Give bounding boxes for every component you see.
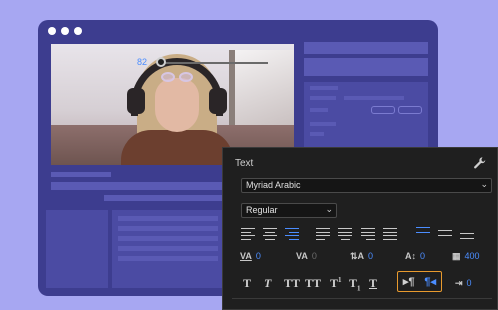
all-caps-button[interactable]: TT	[284, 276, 300, 291]
align-top-icon[interactable]	[416, 227, 430, 233]
placeholder-line	[310, 96, 336, 100]
tab-width-control[interactable]: ⇥ 0	[455, 278, 472, 289]
placeholder-button[interactable]	[371, 106, 395, 114]
window-controls	[48, 27, 82, 35]
chevron-down-icon: ⌄	[480, 179, 488, 189]
faux-bold-button[interactable]: T	[243, 276, 251, 291]
sunglasses	[161, 72, 195, 82]
justify-left-icon[interactable]	[316, 228, 330, 240]
tsume-value[interactable]: 400	[465, 251, 480, 261]
tsume-control[interactable]: ▦ 400	[452, 251, 480, 262]
font-style-value: Regular	[246, 205, 278, 215]
font-size-slider-knob[interactable]	[156, 57, 166, 67]
align-left-icon[interactable]	[241, 228, 255, 240]
leading-icon: ⇅A	[350, 251, 365, 261]
window-dot-icon[interactable]	[61, 27, 69, 35]
window-dot-icon[interactable]	[74, 27, 82, 35]
baseline-shift-icon: A↕	[405, 251, 416, 261]
underline-button[interactable]: T	[369, 276, 377, 291]
placeholder-line	[310, 108, 328, 112]
kerning-icon: VA	[240, 251, 252, 261]
align-center-icon[interactable]	[263, 228, 277, 240]
headphone-cup	[209, 88, 227, 114]
font-family-value: Myriad Arabic	[246, 180, 301, 190]
font-size-slider[interactable]	[160, 62, 268, 64]
baseline-shift-value[interactable]: 0	[420, 251, 425, 261]
align-bottom-icon[interactable]	[460, 233, 474, 239]
font-size-value[interactable]: 82	[137, 57, 147, 67]
justify-all-icon[interactable]	[383, 228, 397, 240]
panel-divider	[232, 298, 492, 299]
placeholder-bar	[304, 58, 428, 76]
placeholder-line	[51, 172, 111, 177]
placeholder-line	[118, 216, 218, 221]
placeholder-card	[304, 82, 428, 148]
leading-value[interactable]: 0	[368, 251, 373, 261]
leading-control[interactable]: ⇅A 0	[350, 251, 373, 262]
placeholder-bar	[304, 42, 428, 54]
placeholder-line	[310, 122, 336, 126]
small-caps-button[interactable]: TT	[305, 276, 321, 291]
tab-width-value[interactable]: 0	[467, 278, 472, 288]
chevron-down-icon: ⌄	[325, 204, 333, 214]
tab-width-icon: ⇥	[455, 278, 463, 288]
kerning-value[interactable]: 0	[256, 251, 261, 261]
subscript-button[interactable]: T1	[349, 276, 361, 292]
tracking-value[interactable]: 0	[312, 251, 317, 261]
kerning-control[interactable]: VA 0	[240, 251, 261, 261]
placeholder-line	[118, 226, 218, 231]
panel-title: Text	[235, 158, 254, 169]
headphone-cup	[127, 88, 145, 114]
person-coat	[121, 130, 233, 165]
font-style-dropdown[interactable]: Regular ⌄	[241, 203, 337, 218]
placeholder-card	[46, 210, 108, 288]
placeholder-button[interactable]	[398, 106, 422, 114]
placeholder-line	[344, 96, 404, 100]
rtl-direction-button[interactable]: ¶◂	[424, 275, 436, 288]
align-middle-icon[interactable]	[438, 230, 452, 236]
placeholder-line	[118, 256, 218, 261]
faux-italic-button[interactable]: T	[264, 276, 271, 291]
tracking-control[interactable]: VA 0	[296, 251, 317, 261]
font-family-dropdown[interactable]: Myriad Arabic ⌄	[241, 178, 492, 193]
tsume-icon: ▦	[452, 251, 461, 261]
baseline-shift-control[interactable]: A↕ 0	[405, 251, 425, 261]
subscript-label: T	[349, 276, 358, 290]
text-direction-group: ▸¶ ¶◂	[397, 271, 442, 292]
ltr-direction-button[interactable]: ▸¶	[403, 275, 415, 288]
superscript-button[interactable]: T1	[330, 276, 342, 291]
window-dot-icon[interactable]	[48, 27, 56, 35]
placeholder-line	[118, 246, 218, 251]
tracking-icon: VA	[296, 251, 308, 261]
superscript-label: T	[330, 276, 339, 290]
wrench-icon[interactable]	[473, 156, 487, 170]
placeholder-line	[310, 132, 324, 136]
placeholder-line	[310, 86, 338, 90]
justify-right-icon[interactable]	[361, 228, 375, 240]
justify-center-icon[interactable]	[338, 228, 352, 240]
align-right-icon[interactable]	[285, 228, 299, 240]
placeholder-line	[118, 236, 218, 241]
